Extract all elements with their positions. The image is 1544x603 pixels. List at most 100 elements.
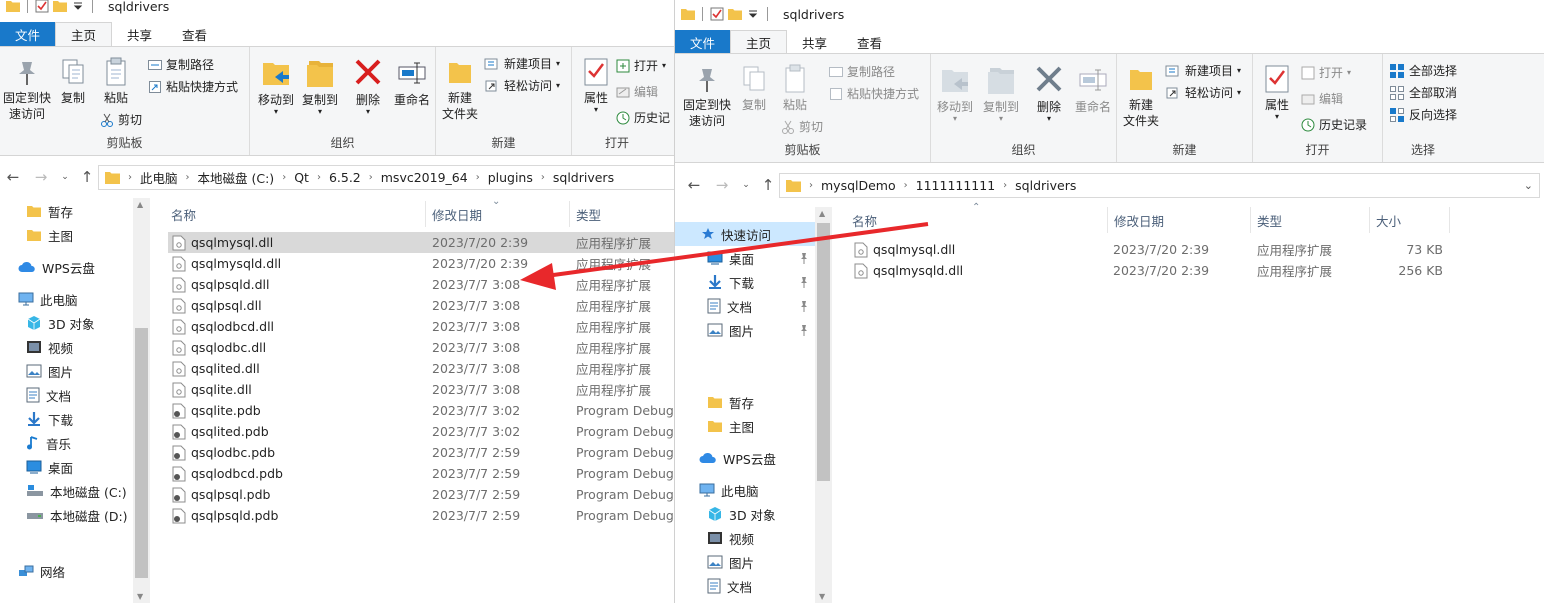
breadcrumb-item[interactable]: 6.5.2 bbox=[329, 170, 361, 185]
scroll-down-icon[interactable]: ▼ bbox=[819, 592, 825, 601]
table-row[interactable]: qsqlpsqld.dll 2023/7/7 3:08 应用程序扩展 bbox=[168, 274, 674, 295]
sidebar-item[interactable]: WPS云盘 bbox=[675, 446, 815, 470]
sidebar-item[interactable]: 本地磁盘 (C:) bbox=[0, 479, 150, 503]
address-bar[interactable]: › mysqlDemo › 1111111111 › sqldrivers ⌄ bbox=[779, 173, 1540, 198]
scrollbar-thumb[interactable] bbox=[135, 328, 148, 578]
sidebar-item[interactable]: 此电脑 bbox=[675, 478, 815, 502]
select-all-button[interactable]: 全部选择 bbox=[1389, 62, 1457, 79]
sidebar-item[interactable]: 主图 bbox=[0, 223, 150, 247]
copy-button[interactable]: 复制 bbox=[737, 64, 771, 113]
sidebar-item[interactable]: 此电脑 bbox=[0, 287, 150, 311]
properties-check-icon[interactable] bbox=[710, 7, 724, 21]
sidebar-item[interactable]: 桌面 bbox=[675, 246, 815, 270]
rename-button[interactable]: 重命名 bbox=[390, 57, 434, 108]
paste-button[interactable]: 粘贴 bbox=[96, 57, 136, 106]
sidebar-item[interactable]: 音乐 bbox=[0, 431, 150, 455]
delete-button[interactable]: 删除 ▾ bbox=[1029, 64, 1069, 123]
copy-path-button[interactable]: 复制路径 bbox=[148, 56, 214, 73]
table-row[interactable]: qsqlite.pdb 2023/7/7 3:02 Program Debug... bbox=[168, 400, 674, 421]
sidebar-item[interactable]: 图片 bbox=[675, 318, 815, 342]
nav-scrollbar[interactable]: ▲ ▼ bbox=[815, 207, 832, 603]
tab-view[interactable]: 查看 bbox=[842, 30, 897, 54]
breadcrumb-item[interactable]: plugins bbox=[488, 170, 533, 185]
scroll-down-icon[interactable]: ▼ bbox=[137, 592, 143, 601]
table-row[interactable]: qsqlodbcd.pdb 2023/7/7 2:59 Program Debug.… bbox=[168, 463, 674, 484]
pin-icon[interactable] bbox=[799, 324, 809, 339]
table-row[interactable]: qsqlited.dll 2023/7/7 3:08 应用程序扩展 bbox=[168, 358, 674, 379]
sidebar-item[interactable]: 3D 对象 bbox=[675, 502, 815, 526]
easy-access-button[interactable]: 轻松访问 ▾ bbox=[484, 77, 560, 94]
column-date[interactable]: 修改日期 bbox=[1108, 207, 1251, 233]
folder-icon[interactable] bbox=[681, 7, 695, 21]
table-row[interactable]: qsqlodbcd.dll 2023/7/7 3:08 应用程序扩展 bbox=[168, 316, 674, 337]
properties-button[interactable]: 属性 ▾ bbox=[578, 57, 614, 114]
column-size[interactable]: 大小 bbox=[1370, 207, 1450, 233]
paste-shortcut-button[interactable]: 粘贴快捷方式 bbox=[829, 85, 919, 102]
recent-locations-button[interactable]: ⌄ bbox=[54, 166, 76, 188]
forward-button[interactable]: → bbox=[30, 166, 52, 188]
breadcrumb-item[interactable]: sqldrivers bbox=[553, 170, 614, 185]
move-to-button[interactable]: 移动到 ▾ bbox=[254, 57, 298, 116]
new-item-button[interactable]: 新建项目 ▾ bbox=[484, 55, 560, 72]
forward-button[interactable]: → bbox=[711, 174, 733, 196]
up-button[interactable]: ↑ bbox=[757, 174, 779, 196]
new-folder-icon[interactable] bbox=[53, 0, 67, 13]
column-name[interactable]: 名称 bbox=[165, 201, 426, 227]
breadcrumb-item[interactable]: mysqlDemo bbox=[821, 178, 896, 193]
table-row[interactable]: qsqlite.dll 2023/7/7 3:08 应用程序扩展 bbox=[168, 379, 674, 400]
select-none-button[interactable]: 全部取消 bbox=[1389, 84, 1457, 101]
sidebar-item[interactable]: 本地磁盘 (D:) bbox=[0, 503, 150, 527]
column-name[interactable]: ⌃ 名称 bbox=[846, 202, 1108, 233]
breadcrumb-item[interactable]: msvc2019_64 bbox=[381, 170, 468, 185]
sidebar-item[interactable]: 图片 bbox=[0, 359, 150, 383]
customize-toolbar-chevron-icon[interactable] bbox=[71, 0, 85, 13]
new-folder-icon[interactable] bbox=[728, 7, 742, 21]
customize-toolbar-chevron-icon[interactable] bbox=[746, 7, 760, 21]
paste-button[interactable]: 粘贴 bbox=[777, 64, 813, 113]
sidebar-item[interactable]: 图片 bbox=[675, 550, 815, 574]
address-bar[interactable]: › 此电脑 › 本地磁盘 (C:) › Qt › 6.5.2 › msvc2019_64… bbox=[98, 165, 674, 190]
table-row[interactable]: qsqlited.pdb 2023/7/7 3:02 Program Debug..… bbox=[168, 421, 674, 442]
table-row[interactable]: qsqlpsql.pdb 2023/7/7 2:59 Program Debug..… bbox=[168, 484, 674, 505]
nav-scrollbar[interactable]: ▲ ▼ bbox=[133, 198, 150, 603]
pin-icon[interactable] bbox=[799, 276, 809, 291]
copy-path-button[interactable]: 复制路径 bbox=[829, 63, 895, 80]
edit-button[interactable]: 编辑 bbox=[616, 83, 658, 100]
open-button[interactable]: 打开 ▾ bbox=[1301, 64, 1351, 81]
breadcrumb-item[interactable]: Qt bbox=[294, 170, 309, 185]
properties-button[interactable]: 属性 ▾ bbox=[1259, 64, 1295, 121]
breadcrumb-item[interactable]: 本地磁盘 (C:) bbox=[198, 168, 275, 187]
scrollbar-thumb[interactable] bbox=[817, 223, 830, 481]
breadcrumb-item[interactable]: 此电脑 bbox=[140, 168, 178, 187]
table-row[interactable]: qsqlodbc.dll 2023/7/7 3:08 应用程序扩展 bbox=[168, 337, 674, 358]
sidebar-item[interactable]: 主图 bbox=[675, 414, 815, 438]
sidebar-item[interactable]: 快速访问 bbox=[675, 222, 815, 246]
properties-check-icon[interactable] bbox=[35, 0, 49, 13]
copy-button[interactable]: 复制 bbox=[56, 57, 90, 106]
history-button[interactable]: 历史记录 bbox=[1301, 116, 1367, 133]
sidebar-item[interactable]: 暂存 bbox=[0, 199, 150, 223]
new-folder-button[interactable]: 新建 文件夹 bbox=[1121, 64, 1161, 129]
invert-selection-button[interactable]: 反向选择 bbox=[1389, 106, 1457, 123]
rename-button[interactable]: 重命名 bbox=[1071, 64, 1115, 115]
sidebar-item[interactable]: 视频 bbox=[0, 335, 150, 359]
table-row[interactable]: qsqlmysql.dll 2023/7/20 2:39 应用程序扩展 73 KB bbox=[854, 239, 1454, 260]
delete-button[interactable]: 删除 ▾ bbox=[348, 57, 388, 116]
tab-home[interactable]: 主页 bbox=[55, 22, 113, 46]
sidebar-item[interactable]: 下载 bbox=[0, 407, 150, 431]
folder-icon[interactable] bbox=[6, 0, 20, 13]
back-button[interactable]: ← bbox=[683, 174, 705, 196]
copy-to-button[interactable]: 复制到 ▾ bbox=[979, 64, 1023, 123]
table-row[interactable]: qsqlodbc.pdb 2023/7/7 2:59 Program Debug..… bbox=[168, 442, 674, 463]
move-to-button[interactable]: 移动到 ▾ bbox=[933, 64, 977, 123]
scroll-up-icon[interactable]: ▲ bbox=[137, 200, 143, 209]
back-button[interactable]: ← bbox=[2, 166, 24, 188]
pin-icon[interactable] bbox=[799, 252, 809, 267]
tab-home[interactable]: 主页 bbox=[730, 30, 788, 54]
cut-button[interactable]: 剪切 bbox=[781, 118, 823, 135]
sidebar-item[interactable]: 3D 对象 bbox=[0, 311, 150, 335]
sidebar-item[interactable]: 网络 bbox=[0, 559, 150, 583]
new-folder-button[interactable]: 新建 文件夹 bbox=[440, 57, 480, 122]
pin-quick-access-button[interactable]: 固定到快 速访问 bbox=[2, 57, 52, 122]
sidebar-item[interactable]: 下载 bbox=[675, 270, 815, 294]
